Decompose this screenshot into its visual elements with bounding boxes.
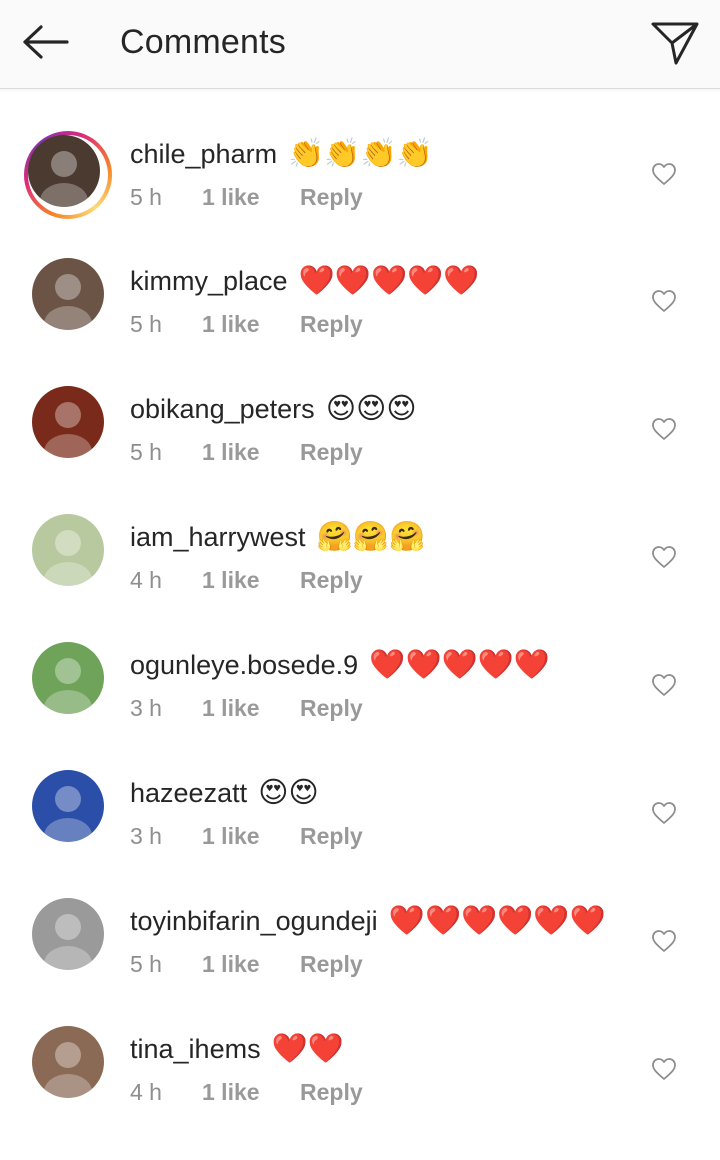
like-count-link[interactable]: 1 like <box>202 564 300 596</box>
comment-timestamp: 4 h <box>130 567 162 593</box>
comment-username[interactable]: ogunleye.bosede.9 <box>130 650 358 680</box>
comment-meta: 5 h 1 like Reply <box>130 948 363 980</box>
comment-username[interactable]: toyinbifarin_ogundeji <box>130 906 378 936</box>
heart-outline-icon <box>652 674 676 696</box>
comment-row: chile_pharm 👏👏👏👏 5 h 1 like Reply <box>0 88 720 219</box>
like-comment-button[interactable] <box>648 926 680 956</box>
comment-username[interactable]: hazeezatt <box>130 778 247 808</box>
avatar[interactable] <box>32 386 104 458</box>
reply-button[interactable]: Reply <box>300 564 363 596</box>
comment-username[interactable]: tina_ihems <box>130 1034 261 1064</box>
comment-timestamp: 5 h <box>130 951 162 977</box>
heart-outline-icon <box>652 546 676 568</box>
comment-text-line: kimmy_place ❤️❤️❤️❤️❤️ <box>130 260 479 301</box>
like-count-link[interactable]: 1 like <box>202 692 300 724</box>
avatar[interactable] <box>32 898 104 970</box>
comment-row: tina_ihems ❤️❤️ 4 h 1 like Reply <box>0 984 720 1112</box>
avatar[interactable] <box>32 258 104 330</box>
comment-body: 😍😍 <box>249 775 319 809</box>
like-comment-button[interactable] <box>648 798 680 828</box>
like-comment-button[interactable] <box>648 286 680 316</box>
comment-body: 👏👏👏👏 <box>279 136 433 170</box>
comment-timestamp: 3 h <box>130 695 162 721</box>
avatar[interactable] <box>24 131 112 219</box>
comment-row: ogunleye.bosede.9 ❤️❤️❤️❤️❤️ 3 h 1 like Rep… <box>0 600 720 728</box>
heart-outline-icon <box>652 802 676 824</box>
reply-button[interactable]: Reply <box>300 948 363 980</box>
comment-timestamp: 5 h <box>130 311 162 337</box>
heart-outline-icon <box>652 930 676 952</box>
like-count-link[interactable]: 1 like <box>202 308 300 340</box>
avatar[interactable] <box>32 642 104 714</box>
like-comment-button[interactable] <box>648 414 680 444</box>
like-count-link[interactable]: 1 like <box>202 436 300 468</box>
like-count-link[interactable]: 1 like <box>202 1076 300 1108</box>
avatar[interactable] <box>32 1026 104 1098</box>
comment-meta: 5 h 1 like Reply <box>130 308 363 340</box>
comment-row: hazeezatt 😍😍 3 h 1 like Reply <box>0 728 720 856</box>
like-count-link[interactable]: 1 like <box>202 820 300 852</box>
paper-plane-icon <box>651 22 699 65</box>
heart-outline-icon <box>652 163 676 185</box>
send-button[interactable] <box>644 12 706 74</box>
reply-button[interactable]: Reply <box>300 181 363 213</box>
avatar-photo <box>28 135 100 207</box>
comment-body: ❤️❤️ <box>262 1031 345 1065</box>
comment-text-line: ogunleye.bosede.9 ❤️❤️❤️❤️❤️ <box>130 644 550 685</box>
comment-body: ❤️❤️❤️❤️❤️❤️ <box>379 903 606 937</box>
app-header: Comments <box>0 0 720 89</box>
comment-timestamp: 5 h <box>130 439 162 465</box>
comment-username[interactable]: kimmy_place <box>130 266 288 296</box>
comment-text-line: tina_ihems ❤️❤️ <box>130 1028 344 1069</box>
reply-button[interactable]: Reply <box>300 436 363 468</box>
comment-body: ❤️❤️❤️❤️❤️ <box>360 647 550 681</box>
comment-username[interactable]: iam_harrywest <box>130 522 306 552</box>
comment-meta: 5 h 1 like Reply <box>130 436 363 468</box>
page-title: Comments <box>120 23 286 61</box>
comment-timestamp: 3 h <box>130 823 162 849</box>
avatar[interactable] <box>32 514 104 586</box>
comment-meta: 4 h 1 like Reply <box>130 1076 363 1108</box>
comment-timestamp: 5 h <box>130 184 162 210</box>
like-count-link[interactable]: 1 like <box>202 948 300 980</box>
comment-text-line: hazeezatt 😍😍 <box>130 772 319 813</box>
reply-button[interactable]: Reply <box>300 308 363 340</box>
like-comment-button[interactable] <box>648 159 680 189</box>
heart-outline-icon <box>652 1058 676 1080</box>
heart-outline-icon <box>652 418 676 440</box>
comment-text-line: chile_pharm 👏👏👏👏 <box>130 133 433 174</box>
comment-row: obikang_peters 😍😍😍 5 h 1 like Reply <box>0 344 720 472</box>
comment-row: toyinbifarin_ogundeji ❤️❤️❤️❤️❤️❤️ 5 h 1 l… <box>0 856 720 984</box>
like-comment-button[interactable] <box>648 670 680 700</box>
comment-username[interactable]: obikang_peters <box>130 394 315 424</box>
reply-button[interactable]: Reply <box>300 820 363 852</box>
like-comment-button[interactable] <box>648 1054 680 1084</box>
comment-meta: 5 h 1 like Reply <box>130 181 363 213</box>
comment-list: chile_pharm 👏👏👏👏 5 h1 like Reply kimmy_plac… <box>0 88 720 1112</box>
comment-text-line: toyinbifarin_ogundeji ❤️❤️❤️❤️❤️❤️ <box>130 900 606 941</box>
comment-username[interactable]: chile_pharm <box>130 139 277 169</box>
comment-row: iam_harrywest 🤗🤗🤗 4 h 1 like Reply <box>0 472 720 600</box>
heart-outline-icon <box>652 290 676 312</box>
avatar[interactable] <box>32 770 104 842</box>
arrow-left-icon <box>23 25 69 59</box>
reply-button[interactable]: Reply <box>300 692 363 724</box>
reply-button[interactable]: Reply <box>300 1076 363 1108</box>
comment-meta: 3 h 1 like Reply <box>130 692 363 724</box>
comment-text-line: obikang_peters 😍😍😍 <box>130 388 417 429</box>
comment-meta: 4 h 1 like Reply <box>130 564 363 596</box>
comment-row: kimmy_place ❤️❤️❤️❤️❤️ 5 h 1 like Reply <box>0 216 720 344</box>
comment-text-line: iam_harrywest 🤗🤗🤗 <box>130 516 425 557</box>
comment-body: ❤️❤️❤️❤️❤️ <box>289 263 480 297</box>
comment-meta: 3 h 1 like Reply <box>130 820 363 852</box>
like-comment-button[interactable] <box>648 542 680 572</box>
comment-timestamp: 4 h <box>130 1079 162 1105</box>
comment-body: 😍😍😍 <box>316 391 417 425</box>
back-button[interactable] <box>14 14 78 70</box>
comment-body: 🤗🤗🤗 <box>307 519 426 553</box>
like-count-link[interactable]: 1 like <box>202 181 300 213</box>
